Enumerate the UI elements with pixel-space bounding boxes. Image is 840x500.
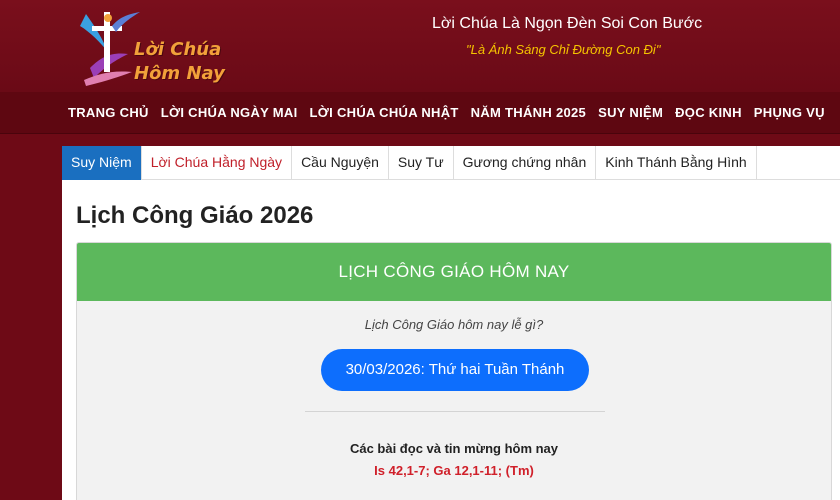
tab-thoughts[interactable]: Suy Tư bbox=[389, 146, 454, 180]
tab-reflection[interactable]: Suy Niệm bbox=[62, 146, 142, 180]
nav-item-prayers[interactable]: ĐỌC KINH bbox=[669, 92, 748, 134]
site-tagline: Lời Chúa Là Ngọn Đèn Soi Con Bước bbox=[432, 15, 703, 32]
card-heading: LỊCH CÔNG GIÁO HÔM NAY bbox=[77, 243, 831, 301]
readings-references[interactable]: Is 42,1-7; Ga 12,1-11; (Tm) bbox=[77, 463, 831, 478]
page-title: Lịch Công Giáo 2026 bbox=[76, 202, 314, 229]
card-divider bbox=[305, 411, 605, 412]
readings-title: Các bài đọc và tin mừng hôm nay bbox=[349, 441, 559, 456]
calendar-card: LỊCH CÔNG GIÁO HÔM NAY Lịch Công Giáo hô… bbox=[76, 242, 832, 500]
main-navigation: TRANG CHỦ LỜI CHÚA NGÀY MAI LỜI CHÚA CHÚ… bbox=[0, 92, 840, 134]
nav-item-jubilee[interactable]: NĂM THÁNH 2025 bbox=[465, 92, 592, 134]
nav-item-reflection[interactable]: SUY NIỆM bbox=[592, 92, 669, 134]
tab-daily-word[interactable]: Lời Chúa Hằng Ngày bbox=[142, 146, 293, 180]
logo-wordmark: Lời Chúa Hôm Nay bbox=[134, 38, 225, 86]
nav-item-sunday[interactable]: LỜI CHÚA CHÚA NHẬT bbox=[304, 92, 465, 134]
site-header: Lời Chúa Hôm Nay Lời Chúa Là Ngọn Đèn So… bbox=[0, 0, 840, 92]
tab-witnesses[interactable]: Gương chứng nhân bbox=[454, 146, 597, 180]
tab-prayer[interactable]: Cầu Nguyện bbox=[292, 146, 389, 180]
logo-line-1: Lời Chúa bbox=[134, 39, 222, 60]
site-subtagline: "Là Ánh Sáng Chỉ Đường Con Đi" bbox=[466, 42, 661, 57]
tab-bible-pictures[interactable]: Kinh Thánh Bằng Hình bbox=[596, 146, 757, 180]
nav-item-liturgy[interactable]: PHỤNG VỤ bbox=[748, 92, 831, 134]
card-question: Lịch Công Giáo hôm nay lễ gì? bbox=[364, 317, 544, 332]
sub-tabs: Suy Niệm Lời Chúa Hằng Ngày Cầu Nguyện S… bbox=[62, 146, 840, 180]
nav-item-tomorrow[interactable]: LỜI CHÚA NGÀY MAI bbox=[155, 92, 304, 134]
today-date-button[interactable]: 30/03/2026: Thứ hai Tuần Thánh bbox=[321, 349, 589, 391]
logo-line-2: Hôm Nay bbox=[134, 63, 225, 84]
nav-item-home[interactable]: TRANG CHỦ bbox=[62, 92, 155, 134]
content-panel: Suy Niệm Lời Chúa Hằng Ngày Cầu Nguyện S… bbox=[62, 146, 840, 500]
site-logo[interactable]: Lời Chúa Hôm Nay bbox=[72, 8, 242, 88]
